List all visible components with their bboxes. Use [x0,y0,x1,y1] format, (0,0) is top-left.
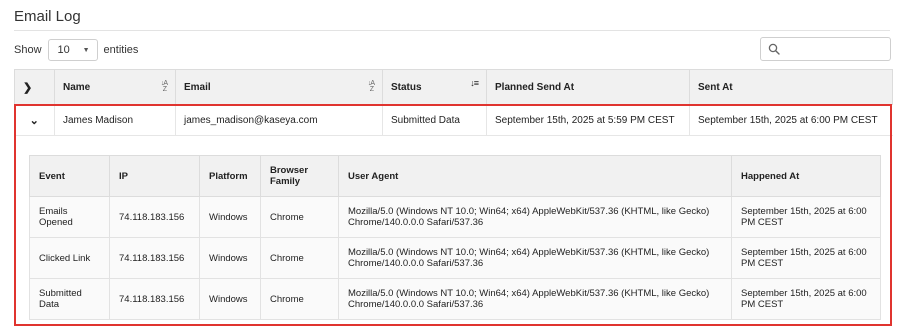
user-agent-cell: Mozilla/5.0 (Windows NT 10.0; Win64; x64… [338,196,732,238]
search-icon [768,43,780,55]
happened-at-cell: September 15th, 2025 at 6:00 PM CEST [731,196,881,238]
name-cell: James Madison [54,104,176,136]
sort-alpha-icon[interactable]: ↓A Z [161,80,168,93]
event-cell: Emails Opened [29,196,110,238]
detail-row: Emails Opened 74.118.183.156 Windows Chr… [29,196,881,238]
sent-at-cell: September 15th, 2025 at 6:00 PM CEST [689,104,893,136]
sort-alpha-icon[interactable]: ↓A Z [368,80,375,93]
column-header-planned-send-at[interactable]: Planned Send At [486,69,690,105]
ip-cell: 74.118.183.156 [109,196,200,238]
status-cell: Submitted Data [382,104,487,136]
column-header-name[interactable]: Name ↓A Z [54,69,176,105]
chevron-down-icon: ⌄ [29,114,39,127]
column-header-status[interactable]: Status ↓≡ [382,69,487,105]
detail-header-platform: Platform [199,155,261,197]
email-log-table: ❯ Name ↓A Z Email ↓A Z Status ↓≡ Planned… [14,69,893,136]
column-header-email[interactable]: Email ↓A Z [175,69,383,105]
platform-cell: Windows [199,196,261,238]
expand-all-toggle[interactable]: ❯ [14,69,55,105]
platform-cell: Windows [199,237,261,279]
row-expand-toggle[interactable]: ⌄ [14,104,55,136]
user-agent-cell: Mozilla/5.0 (Windows NT 10.0; Win64; x64… [338,237,732,279]
event-cell: Submitted Data [29,278,110,320]
event-detail-table: Event IP Platform Browser Family User Ag… [29,155,881,320]
entities-label: entities [103,44,139,56]
title-divider [14,30,890,31]
detail-header-event: Event [29,155,110,197]
browser-cell: Chrome [260,278,339,320]
browser-cell: Chrome [260,237,339,279]
user-agent-cell: Mozilla/5.0 (Windows NT 10.0; Win64; x64… [338,278,732,320]
detail-header-happened-at: Happened At [731,155,881,197]
ip-cell: 74.118.183.156 [109,237,200,279]
sort-active-icon[interactable]: ↓≡ [470,79,479,88]
entries-per-page-value: 10 [57,44,70,56]
happened-at-cell: September 15th, 2025 at 6:00 PM CEST [731,237,881,279]
detail-header-browser-family: Browser Family [260,155,339,197]
platform-cell: Windows [199,278,261,320]
detail-row: Clicked Link 74.118.183.156 Windows Chro… [29,237,881,279]
length-control: Show 10 ▼ entities [14,38,138,62]
planned-send-at-cell: September 15th, 2025 at 5:59 PM CEST [486,104,690,136]
table-row[interactable]: ⌄ James Madison james_madison@kaseya.com… [14,104,893,136]
entries-per-page-select[interactable]: 10 ▼ [47,39,98,61]
detail-header-ip: IP [109,155,200,197]
ip-cell: 74.118.183.156 [109,278,200,320]
chevron-down-icon: ▼ [82,46,90,54]
detail-header-row: Event IP Platform Browser Family User Ag… [29,155,881,197]
detail-header-user-agent: User Agent [338,155,732,197]
chevron-right-icon: ❯ [23,81,33,94]
table-header-row: ❯ Name ↓A Z Email ↓A Z Status ↓≡ Planned… [14,69,893,105]
search-input[interactable] [760,37,891,61]
browser-cell: Chrome [260,196,339,238]
show-label: Show [14,44,42,56]
column-header-sent-at[interactable]: Sent At [689,69,893,105]
happened-at-cell: September 15th, 2025 at 6:00 PM CEST [731,278,881,320]
page-title: Email Log [14,8,81,25]
event-cell: Clicked Link [29,237,110,279]
email-cell: james_madison@kaseya.com [175,104,383,136]
detail-row: Submitted Data 74.118.183.156 Windows Ch… [29,278,881,320]
